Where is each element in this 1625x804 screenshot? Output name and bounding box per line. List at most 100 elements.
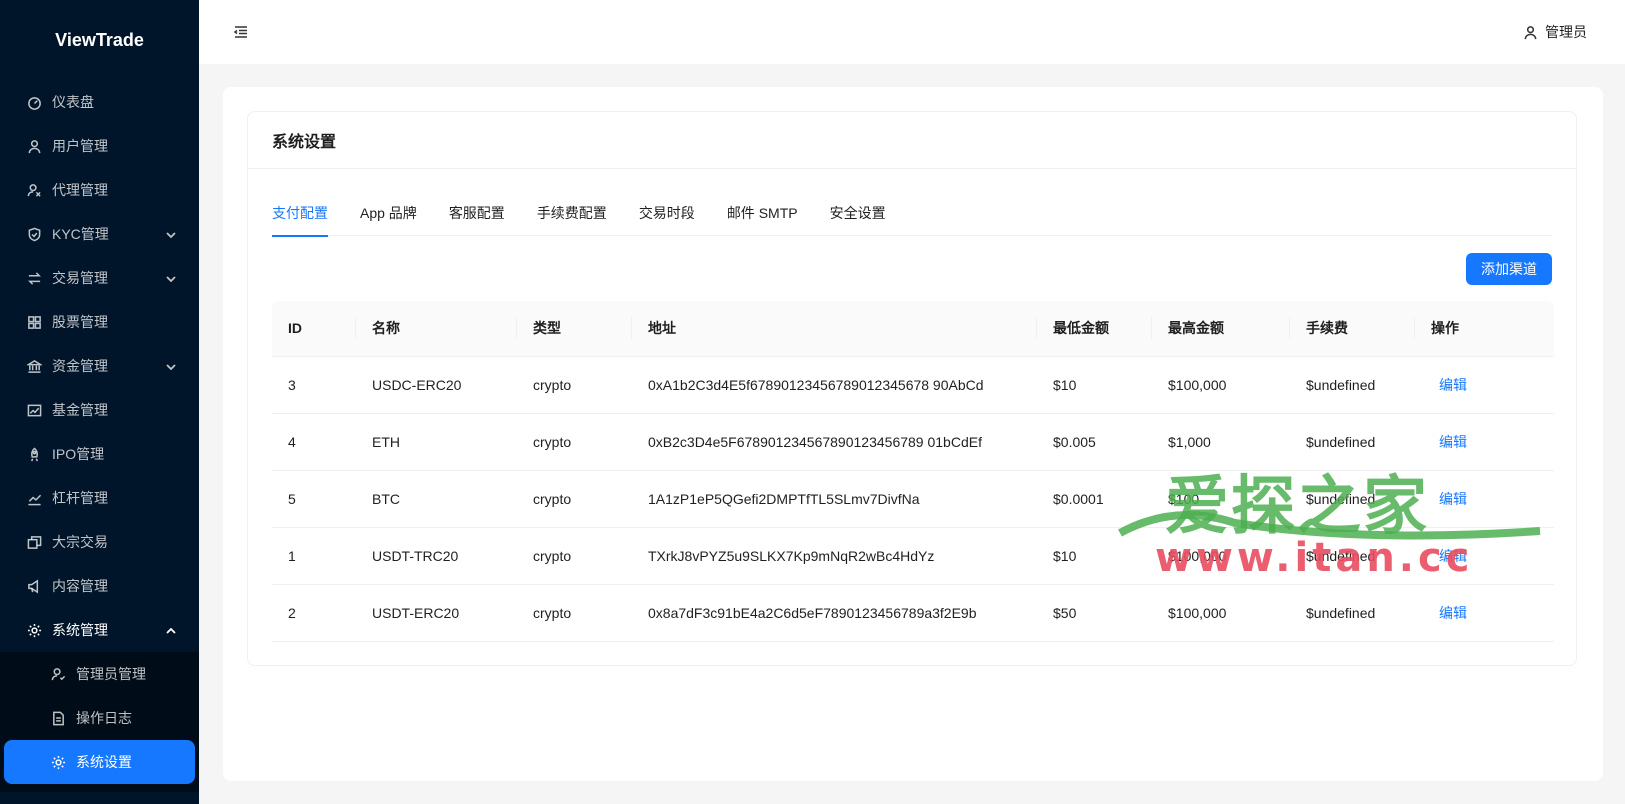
sidebar: ViewTrade 仪表盘用户管理代理管理 KYC管理交易管理股票管理资金管理基金… <box>0 0 199 804</box>
add-channel-button[interactable]: 添加渠道 <box>1466 253 1552 285</box>
sidebar-subitem-1[interactable]: 操作日志 <box>0 696 199 740</box>
sidebar-item-6[interactable]: 资金管理 <box>0 344 199 388</box>
edit-link[interactable]: 编辑 <box>1431 434 1467 450</box>
user-menu[interactable]: 管理员 <box>1523 22 1587 42</box>
system-submenu: 管理员管理操作日志系统设置 <box>0 652 199 792</box>
cell-min: $10 <box>1037 527 1152 585</box>
sidebar-subitem-label: 系统设置 <box>76 754 132 770</box>
sidebar-item-label: 代理管理 <box>52 182 108 198</box>
cell-id: 5 <box>272 470 356 528</box>
column-header-label: 最低金额 <box>1053 320 1109 337</box>
column-header-label: 操作 <box>1431 320 1459 337</box>
cell-action: 编辑 <box>1415 413 1554 471</box>
tab-5[interactable]: 邮件 SMTP <box>727 190 798 236</box>
cell-max: $100,000 <box>1152 527 1290 585</box>
column-header-label: 名称 <box>372 320 400 337</box>
cell-max: $100 <box>1152 470 1290 528</box>
agent-icon <box>26 182 42 198</box>
user-icon <box>1524 25 1537 39</box>
admin-icon <box>50 666 66 682</box>
content-area: 系统设置 支付配置 App 品牌 客服配置 手续费配置 交易时段 邮件 SMTP 安全设置 … <box>223 87 1603 781</box>
column-header: 名称 <box>356 301 517 357</box>
cell-id: 3 <box>272 356 356 414</box>
dashboard-icon <box>26 94 42 110</box>
edit-link[interactable]: 编辑 <box>1431 377 1467 393</box>
cell-name: BTC <box>356 470 517 528</box>
page-title: 系统设置 <box>248 112 1576 169</box>
column-header-label: 类型 <box>533 320 561 337</box>
fund-chart-icon <box>26 402 42 418</box>
sidebar-item-10[interactable]: 大宗交易 <box>0 520 199 564</box>
setting-icon <box>26 622 42 638</box>
edit-link[interactable]: 编辑 <box>1431 548 1467 564</box>
cell-address: 0xB2c3D4e5F678901234567890123456789 01bC… <box>632 413 1037 471</box>
sidebar-item-8[interactable]: IPO管理 <box>0 432 199 476</box>
sidebar-subitem-label: 管理员管理 <box>76 666 146 682</box>
sidebar-subitem-2[interactable]: 系统设置 <box>4 740 195 784</box>
column-header: ID <box>272 301 356 357</box>
cell-address: 1A1zP1eP5QGefi2DMPTfTL5SLmv7DivfNa <box>632 470 1037 528</box>
tab-1[interactable]: App 品牌 <box>360 190 417 236</box>
top-header: 管理员 <box>199 0 1625 64</box>
tab-6[interactable]: 安全设置 <box>830 190 886 236</box>
chevron-up-icon <box>165 624 177 636</box>
column-header-label: 手续费 <box>1306 320 1348 337</box>
edit-link[interactable]: 编辑 <box>1431 491 1467 507</box>
column-header: 地址 <box>632 301 1037 357</box>
sidebar-item-1[interactable]: 用户管理 <box>0 124 199 168</box>
sidebar-item-3[interactable]: KYC管理 <box>0 212 199 256</box>
cell-max: $100,000 <box>1152 356 1290 414</box>
sidebar-item-9[interactable]: 杠杆管理 <box>0 476 199 520</box>
cell-fee: $undefined <box>1290 413 1415 471</box>
tab-2[interactable]: 客服配置 <box>449 190 505 236</box>
tab-0[interactable]: 支付配置 <box>272 190 328 237</box>
sidebar-item-5[interactable]: 股票管理 <box>0 300 199 344</box>
sidebar-item-label: 系统管理 <box>52 622 108 638</box>
cell-action: 编辑 <box>1415 356 1554 414</box>
column-header-label: ID <box>288 320 302 337</box>
sidebar-item-0[interactable]: 仪表盘 <box>0 80 199 124</box>
notification-icon <box>26 578 42 594</box>
app-logo[interactable]: ViewTrade <box>0 0 199 80</box>
sidebar-item-label: 内容管理 <box>52 578 108 594</box>
swap-icon <box>26 270 42 286</box>
settings-card: 系统设置 支付配置 App 品牌 客服配置 手续费配置 交易时段 邮件 SMTP 安全设置 … <box>247 111 1577 666</box>
cell-type: crypto <box>517 413 632 471</box>
user-name: 管理员 <box>1545 24 1587 40</box>
cell-name: ETH <box>356 413 517 471</box>
sidebar-item-label: 交易管理 <box>52 270 108 286</box>
cell-name: USDT-ERC20 <box>356 584 517 642</box>
sidebar-item-label: 资金管理 <box>52 358 108 374</box>
tab-4[interactable]: 交易时段 <box>639 190 695 236</box>
block-icon <box>26 534 42 550</box>
sidebar-item-2[interactable]: 代理管理 <box>0 168 199 212</box>
cell-min: $50 <box>1037 584 1152 642</box>
table-body: 3 USDC-ERC20 crypto 0xA1b2C3d4E5f6789012345… <box>272 356 1554 642</box>
tab-3[interactable]: 手续费配置 <box>537 190 607 236</box>
cell-type: crypto <box>517 470 632 528</box>
sidebar-subitem-label: 操作日志 <box>76 710 132 726</box>
cell-fee: $undefined <box>1290 470 1415 528</box>
table-header-row: ID 名称 类型 地址 最低金额 最高金额 手续费 操作 <box>272 301 1554 357</box>
cell-action: 编辑 <box>1415 470 1554 528</box>
table-row: 3 USDC-ERC20 crypto 0xA1b2C3d4E5f6789012345… <box>272 356 1554 414</box>
sidebar-item-label: 用户管理 <box>52 138 108 154</box>
column-header: 操作 <box>1415 301 1554 357</box>
cell-name: USDC-ERC20 <box>356 356 517 414</box>
cell-type: crypto <box>517 527 632 585</box>
line-chart-icon <box>26 490 42 506</box>
sidebar-item-label: IPO管理 <box>52 446 105 462</box>
edit-link[interactable]: 编辑 <box>1431 605 1467 621</box>
sidebar-subitem-0[interactable]: 管理员管理 <box>0 652 199 696</box>
sidebar-item-11[interactable]: 内容管理 <box>0 564 199 608</box>
sidebar-item-12[interactable]: 系统管理 <box>0 608 199 652</box>
cell-min: $10 <box>1037 356 1152 414</box>
cell-type: crypto <box>517 584 632 642</box>
column-header: 最低金额 <box>1037 301 1152 357</box>
sidebar-item-7[interactable]: 基金管理 <box>0 388 199 432</box>
sidebar-item-4[interactable]: 交易管理 <box>0 256 199 300</box>
menu-fold-icon[interactable] <box>233 24 249 40</box>
cell-fee: $undefined <box>1290 356 1415 414</box>
column-header-label: 地址 <box>648 320 676 337</box>
cell-min: $0.005 <box>1037 413 1152 471</box>
